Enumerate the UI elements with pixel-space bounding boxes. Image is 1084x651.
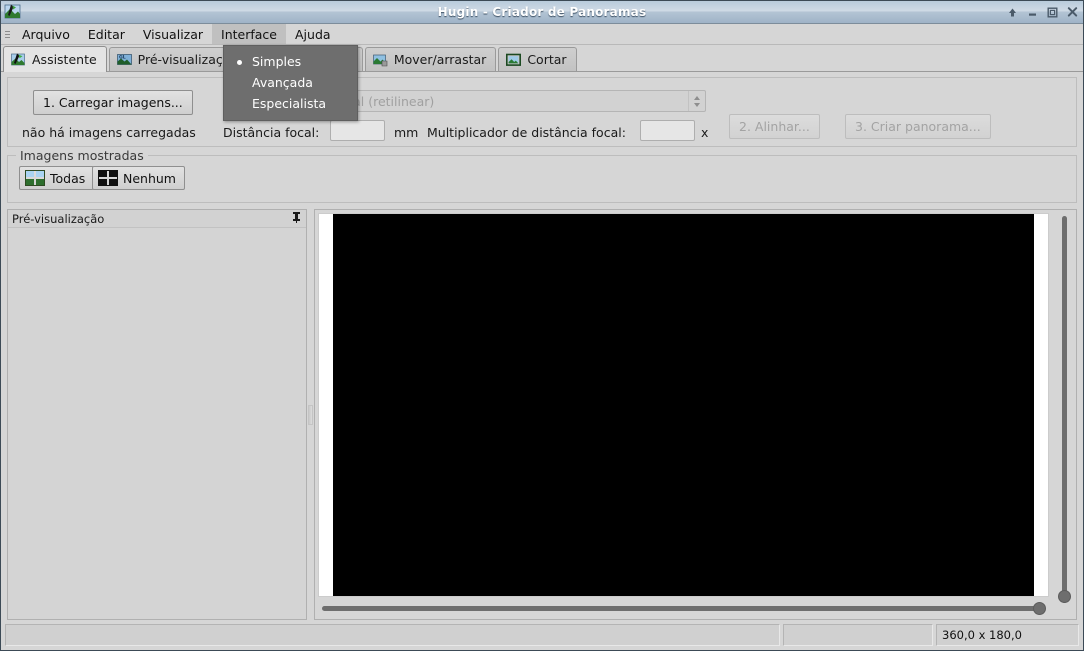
svg-text:GL: GL — [119, 54, 126, 60]
images-shown-legend: Imagens mostradas — [16, 148, 148, 163]
window-controls — [1006, 1, 1079, 24]
dropdown-item-label: Especialista — [252, 96, 326, 111]
status-dimensions-field: 360,0 x 180,0 — [936, 624, 1079, 646]
shade-button[interactable] — [1006, 6, 1019, 19]
focal-length-input[interactable] — [330, 120, 385, 141]
load-images-button[interactable]: 1. Carregar imagens... — [33, 90, 193, 115]
no-images-loaded-label: não há imagens carregadas — [22, 125, 196, 140]
dropdown-item-especialista[interactable]: Especialista — [224, 93, 357, 114]
wizard-icon — [11, 53, 27, 67]
tab-assistente[interactable]: Assistente — [3, 46, 107, 72]
projection-value: Normal (retilinear) — [311, 94, 688, 109]
no-images-grid-icon — [98, 170, 118, 186]
horizontal-slider-knob[interactable] — [1033, 602, 1046, 615]
tab-label: Assistente — [32, 52, 97, 67]
dropdown-item-avancada[interactable]: Avançada — [224, 72, 357, 93]
tab-cortar[interactable]: Cortar — [498, 47, 576, 71]
projection-spinner[interactable] — [688, 91, 705, 111]
move-drag-icon — [373, 53, 389, 67]
align-button[interactable]: 2. Alinhar... — [729, 114, 820, 139]
focal-multiplier-label: Multiplicador de distância focal: — [427, 125, 626, 140]
vertical-slider-track[interactable] — [1062, 216, 1067, 603]
show-none-label: Nenhum — [123, 171, 176, 186]
menu-interface[interactable]: Interface — [212, 24, 286, 44]
menu-arquivo[interactable]: Arquivo — [13, 24, 79, 44]
menu-visualizar[interactable]: Visualizar — [134, 24, 212, 44]
create-panorama-button[interactable]: 3. Criar panorama... — [845, 114, 991, 139]
chevron-up-icon — [694, 96, 700, 100]
main-window: Hugin - Criador de Panoramas — [0, 0, 1084, 651]
show-no-images-button[interactable]: Nenhum — [92, 166, 185, 190]
dropdown-item-label: Avançada — [252, 75, 313, 90]
dropdown-item-label: Simples — [252, 54, 301, 69]
assistant-toolbar: 1. Carregar imagens... não há imagens ca… — [7, 77, 1077, 147]
projection-combobox[interactable]: Normal (retilinear) — [310, 90, 706, 112]
dropdown-item-simples[interactable]: Simples — [224, 51, 357, 72]
horizontal-slider-row — [319, 597, 1048, 619]
menu-drag-grip-icon[interactable] — [1, 24, 13, 44]
minimize-button[interactable] — [1026, 6, 1039, 19]
images-shown-group: Imagens mostradas Todas Nenhum — [7, 155, 1077, 203]
tab-bar: Assistente GL Pré-visualização GL Projeç… — [1, 45, 1083, 72]
panorama-preview-canvas[interactable] — [333, 214, 1034, 596]
focal-unit-label: mm — [394, 125, 418, 140]
title-bar[interactable]: Hugin - Criador de Panoramas — [1, 1, 1083, 24]
focal-length-label: Distância focal: — [223, 125, 319, 140]
interface-dropdown-menu: Simples Avançada Especialista — [223, 45, 358, 121]
maximize-button[interactable] — [1046, 6, 1059, 19]
canvas-panel — [314, 209, 1077, 620]
horizontal-slider-track[interactable] — [322, 606, 1045, 611]
status-bar: 360,0 x 180,0 — [5, 624, 1079, 646]
vertical-slider-knob[interactable] — [1058, 590, 1071, 603]
tab-label: Mover/arrastar — [394, 52, 486, 67]
window-title: Hugin - Criador de Panoramas — [1, 5, 1083, 19]
crop-icon — [506, 53, 522, 67]
tab-label: Cortar — [527, 52, 566, 67]
multiplier-unit-label: x — [701, 125, 708, 140]
hugin-app-icon — [4, 3, 22, 21]
splitter-grip[interactable] — [308, 405, 313, 425]
all-images-grid-icon — [25, 170, 45, 186]
menu-ajuda[interactable]: Ajuda — [286, 24, 340, 44]
show-all-label: Todas — [50, 171, 85, 186]
preview-side-panel: Pré-visualização — [7, 209, 307, 620]
preview-panel-title: Pré-visualização — [12, 212, 291, 226]
menu-bar: Arquivo Editar Visualizar Interface Ajud… — [1, 24, 1083, 45]
menu-editar[interactable]: Editar — [79, 24, 134, 44]
pin-icon[interactable] — [291, 211, 302, 226]
focal-multiplier-input[interactable] — [640, 120, 695, 141]
tab-mover-arrastar[interactable]: Mover/arrastar — [365, 47, 496, 71]
vertical-slider-column — [1052, 210, 1076, 619]
panel-splitter[interactable] — [307, 209, 314, 620]
panorama-canvas-area[interactable] — [318, 213, 1049, 597]
close-button[interactable] — [1066, 6, 1079, 19]
show-all-images-button[interactable]: Todas — [19, 166, 94, 190]
radio-selected-icon — [237, 60, 242, 65]
gl-image-icon: GL — [117, 53, 133, 67]
preview-panel-header: Pré-visualização — [8, 210, 306, 228]
main-split-area: Pré-visualização — [7, 209, 1077, 620]
status-secondary-field — [783, 624, 933, 646]
chevron-down-icon — [694, 103, 700, 107]
preview-panel-body — [8, 228, 306, 619]
canvas-column — [315, 210, 1052, 619]
status-message-field — [5, 624, 780, 646]
